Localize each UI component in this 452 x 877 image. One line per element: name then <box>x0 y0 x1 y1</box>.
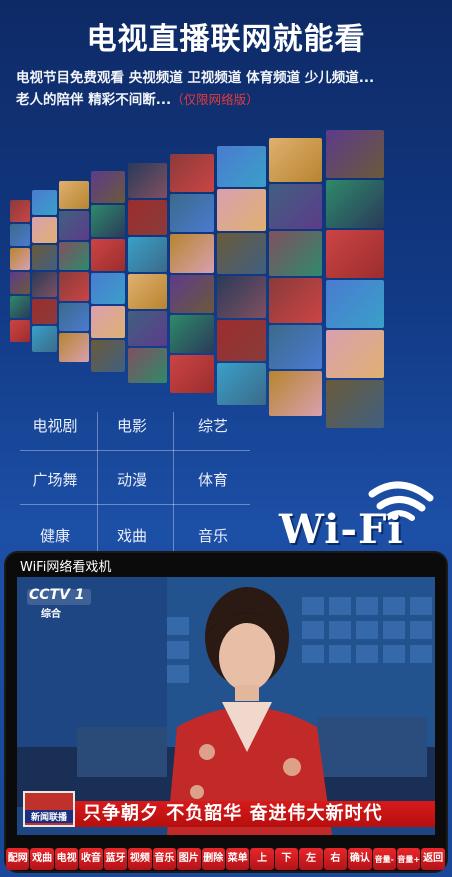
tv-title: WiFi网络看戏机 <box>20 560 112 575</box>
video-thumbnail <box>217 232 266 275</box>
pair-network-button[interactable]: 配网 <box>6 848 30 870</box>
program-logo-text: 新闻联播 <box>25 810 73 823</box>
back-button[interactable]: 返回 <box>421 848 445 870</box>
category-health[interactable]: 健康 <box>15 525 95 545</box>
video-thumbnail <box>59 272 89 301</box>
video-thumbnail <box>217 276 266 318</box>
video-button[interactable]: 视频 <box>128 848 152 870</box>
category-movie[interactable]: 电影 <box>92 415 172 435</box>
video-thumbnail <box>128 310 167 346</box>
video-thumbnail <box>326 230 384 278</box>
volume-up-button[interactable]: 音量+ <box>397 848 421 870</box>
video-thumbnail <box>170 314 214 354</box>
channel-logo: CCTV 1 <box>29 587 85 603</box>
menu-button[interactable]: 菜单 <box>225 848 250 870</box>
category-sports[interactable]: 体育 <box>173 469 253 489</box>
video-thumbnail <box>326 330 384 378</box>
video-thumbnail <box>269 137 323 183</box>
category-variety[interactable]: 综艺 <box>173 415 253 435</box>
video-thumbnail <box>32 326 57 352</box>
category-tv-drama[interactable]: 电视剧 <box>15 415 95 435</box>
category-anime[interactable]: 动漫 <box>92 469 172 489</box>
radio-button[interactable]: 收音 <box>79 848 103 870</box>
category-grid: 电视剧 电影 综艺 广场舞 动漫 体育 健康 戏曲 音乐 <box>0 398 270 558</box>
video-thumbnail <box>217 319 266 362</box>
video-thumbnail <box>32 271 57 298</box>
video-thumbnail <box>269 184 323 230</box>
delete-button[interactable]: 删除 <box>201 848 225 870</box>
opera-button[interactable]: 戏曲 <box>30 848 54 870</box>
video-thumbnail <box>128 347 167 383</box>
video-thumbnail <box>91 340 126 372</box>
category-opera[interactable]: 戏曲 <box>92 525 172 545</box>
video-thumbnail <box>128 199 167 235</box>
video-thumbnail <box>32 190 57 216</box>
promo-subtitle-line1: 电视节目免费观看 央视频道 卫视频道 体育频道 少儿频道... <box>16 70 375 86</box>
video-thumbnail <box>217 145 266 188</box>
video-thumbnail <box>32 299 57 325</box>
video-thumbnail <box>170 274 214 313</box>
video-thumbnail <box>91 238 126 271</box>
video-thumbnail <box>326 380 384 428</box>
volume-down-button[interactable]: 音量- <box>372 848 396 870</box>
video-thumbnail <box>269 324 323 370</box>
video-thumbnail <box>217 189 266 231</box>
video-thumbnail <box>91 272 126 305</box>
down-button[interactable]: 下 <box>274 848 299 870</box>
video-thumbnail <box>170 234 214 273</box>
video-thumbnail <box>10 200 30 222</box>
video-thumbnail <box>170 194 214 233</box>
video-thumbnail <box>10 320 30 342</box>
function-button-bar: 配网 戏曲 电视 收音 蓝牙 视频 音乐 图片 删除 菜单 上 下 左 右 确认… <box>6 848 446 872</box>
category-square-dance[interactable]: 广场舞 <box>15 469 95 489</box>
confirm-button[interactable]: 确认 <box>348 848 372 870</box>
video-thumbnail <box>32 217 57 243</box>
right-button[interactable]: 右 <box>323 848 348 870</box>
grid-divider <box>20 450 250 451</box>
video-thumbnail <box>269 371 323 417</box>
tv-screen: CCTV 1 综合 新闻联播 只争朝夕 不负韶华 奋进伟大新时代 <box>17 577 435 835</box>
grid-divider <box>20 504 250 505</box>
channel-sub: 综合 <box>41 609 61 620</box>
program-logo: 新闻联播 <box>23 791 75 827</box>
video-thumbnail <box>59 241 89 271</box>
video-thumbnail <box>269 277 323 323</box>
video-thumbnail <box>59 302 89 332</box>
video-thumbnail <box>128 273 167 309</box>
category-music[interactable]: 音乐 <box>173 525 253 545</box>
promo-headline: 电视直播联网就能看 <box>86 22 366 57</box>
video-thumbnail <box>32 244 57 270</box>
video-thumbnail <box>10 248 30 270</box>
left-button[interactable]: 左 <box>299 848 323 870</box>
video-thumbnail <box>326 280 384 328</box>
picture-button[interactable]: 图片 <box>177 848 201 870</box>
video-thumbnail <box>326 180 384 228</box>
bluetooth-button[interactable]: 蓝牙 <box>103 848 128 870</box>
video-thumbnail <box>269 231 323 276</box>
tv-button[interactable]: 电视 <box>54 848 79 870</box>
video-thumbnail <box>59 333 89 362</box>
video-thumbnail <box>128 162 167 198</box>
video-thumbnail <box>326 130 384 178</box>
video-thumbnail <box>170 153 214 193</box>
video-thumbnail <box>59 180 89 210</box>
video-thumbnail <box>91 306 126 339</box>
video-thumbnail <box>91 205 126 237</box>
news-ticker: 只争朝夕 不负韶华 奋进伟大新时代 <box>75 801 435 827</box>
video-thumbnail <box>10 224 30 246</box>
video-thumbnail <box>170 355 214 394</box>
video-thumbnail <box>91 171 126 204</box>
video-thumbnail <box>128 236 167 272</box>
wifi-label: Wi-Fi <box>279 506 404 553</box>
video-thumbnail <box>59 211 89 240</box>
video-thumbnail <box>10 272 30 294</box>
up-button[interactable]: 上 <box>250 848 274 870</box>
music-button[interactable]: 音乐 <box>152 848 177 870</box>
video-thumbnail <box>10 296 30 318</box>
